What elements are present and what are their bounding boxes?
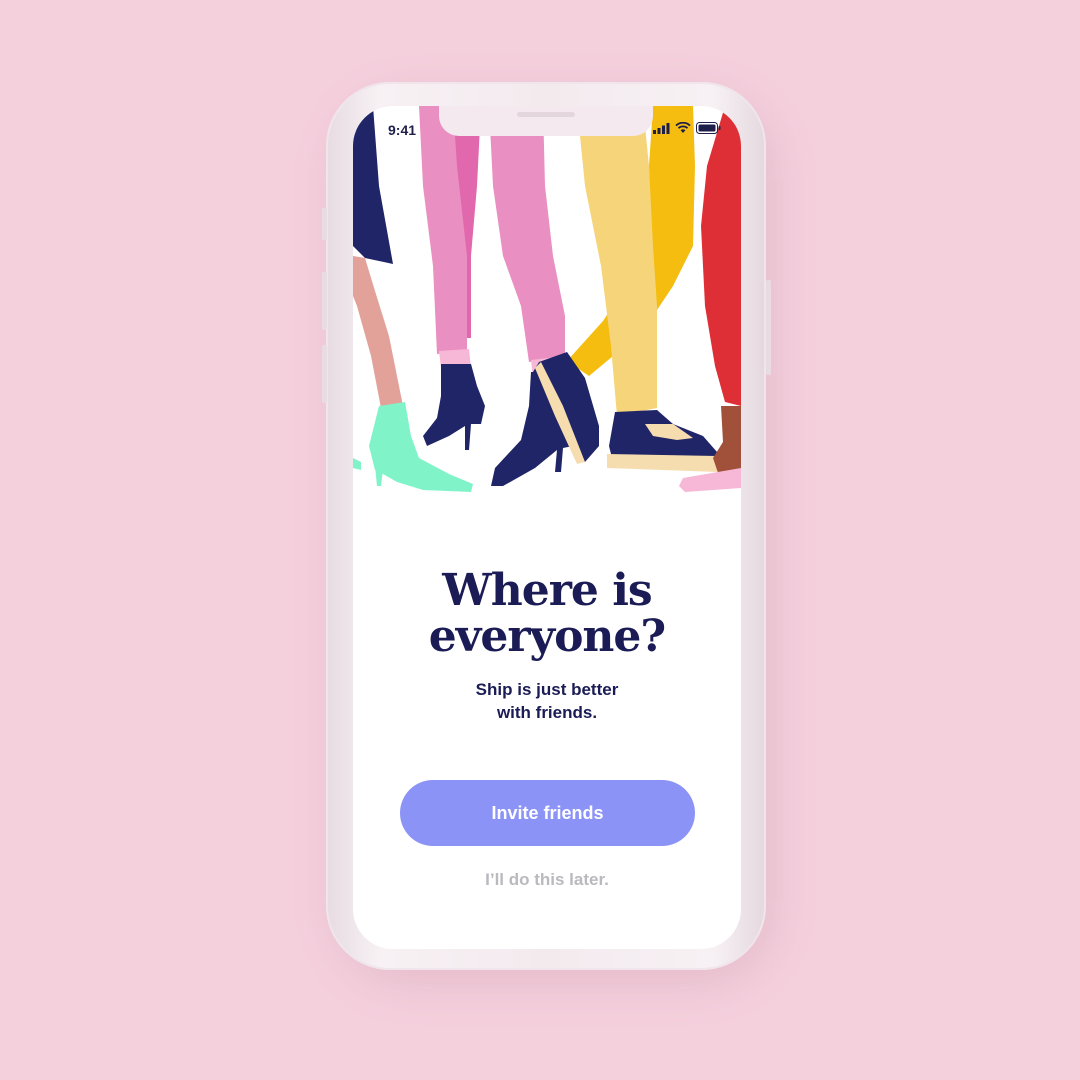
skip-link[interactable]: I’ll do this later. <box>353 870 741 890</box>
brown-leg <box>713 406 741 476</box>
navy-dress <box>353 106 393 264</box>
title-line-1: Where is <box>442 565 652 616</box>
power-button <box>766 280 771 375</box>
phone-screen: 9:41 Where is everyone? Ship is just bet… <box>353 106 741 949</box>
invite-friends-button[interactable]: Invite friends <box>400 780 695 846</box>
battery-icon <box>696 122 721 134</box>
signal-icon <box>653 122 670 134</box>
mute-switch <box>322 208 327 240</box>
red-pants <box>701 106 741 406</box>
left-leg <box>353 256 403 408</box>
subtitle-line-2: with friends. <box>496 703 598 722</box>
pink-pants-right <box>489 106 565 362</box>
page-title: Where is everyone? <box>353 568 741 660</box>
volume-up-button <box>322 272 327 330</box>
wifi-icon <box>675 122 691 133</box>
status-time: 9:41 <box>388 122 417 138</box>
subtitle-line-1: Ship is just better <box>475 680 619 699</box>
status-icons <box>653 122 721 134</box>
title-line-2: everyone? <box>428 611 666 662</box>
navy-boot-left <box>423 364 485 450</box>
legs-illustration <box>353 106 741 492</box>
page-subtitle: Ship is just better with friends. <box>353 678 741 724</box>
invite-friends-label: Invite friends <box>491 802 604 823</box>
volume-down-button <box>322 345 327 403</box>
speaker-grille <box>517 112 575 117</box>
notch <box>439 106 653 136</box>
